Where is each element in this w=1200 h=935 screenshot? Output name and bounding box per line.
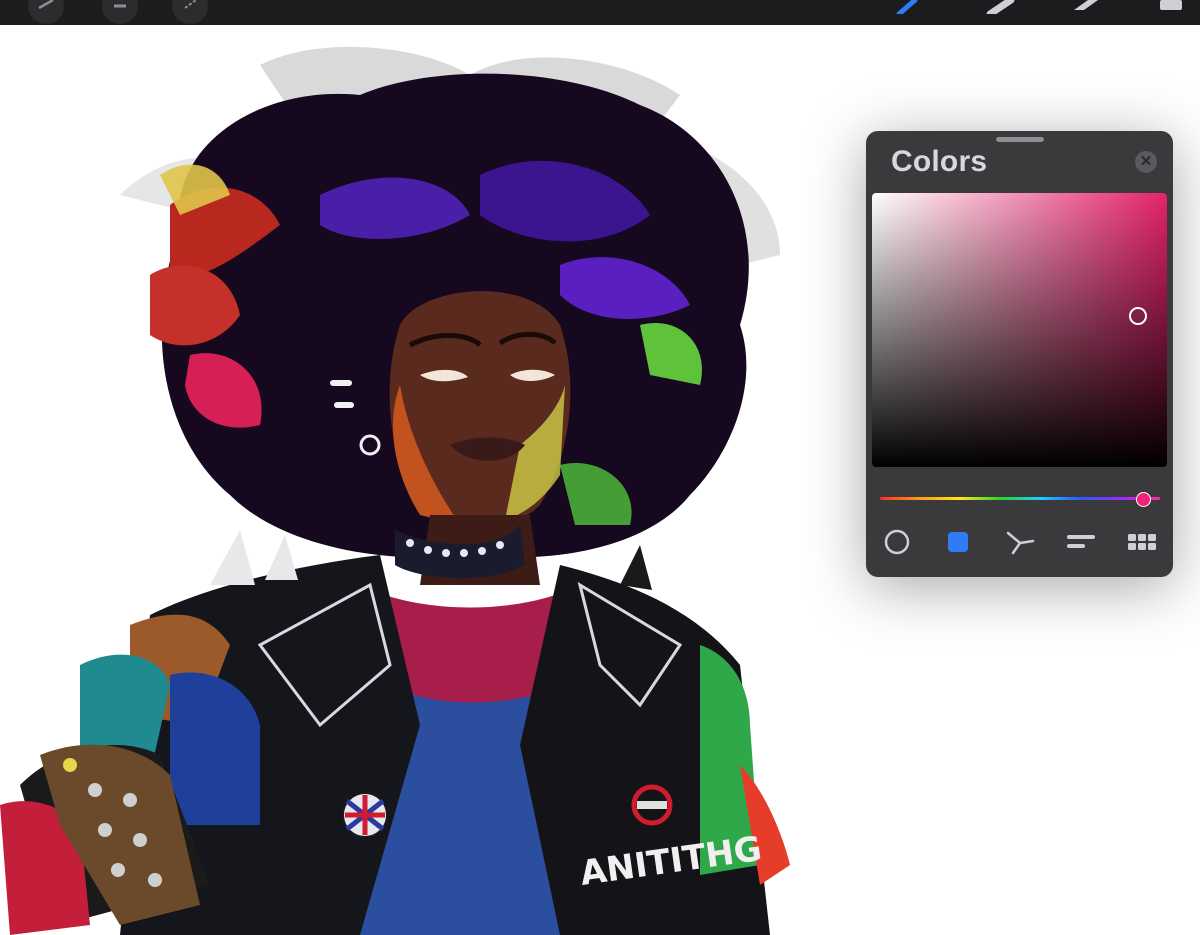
- classic-square-icon: [948, 532, 968, 552]
- close-icon: ✕: [1139, 153, 1153, 170]
- palettes-grid-icon: [1128, 534, 1156, 550]
- modify-button[interactable]: [28, 0, 64, 24]
- mode-tab-disc[interactable]: [880, 525, 914, 559]
- mode-tab-classic[interactable]: [941, 525, 975, 559]
- value-bars-icon: [1067, 535, 1095, 548]
- modify-icon: [38, 0, 54, 10]
- selection-icon: [184, 0, 197, 9]
- close-button[interactable]: ✕: [1135, 151, 1157, 173]
- mode-tab-palettes[interactable]: [1125, 525, 1159, 559]
- color-picker-cursor[interactable]: [1128, 307, 1147, 326]
- hue-slider[interactable]: [880, 497, 1160, 500]
- top-toolbar: [0, 0, 1200, 25]
- saturation-brightness-picker[interactable]: [872, 193, 1167, 467]
- adjust-icon: [114, 4, 126, 8]
- disc-icon: [884, 529, 910, 555]
- colors-panel[interactable]: Colors ✕: [866, 131, 1173, 577]
- eraser-icon[interactable]: [1070, 0, 1102, 14]
- brush-icon[interactable]: [895, 0, 919, 14]
- adjust-button[interactable]: [102, 0, 138, 24]
- selection-button[interactable]: [172, 0, 208, 24]
- smudge-icon[interactable]: [985, 0, 1015, 14]
- panel-title: Colors: [891, 145, 988, 178]
- layers-icon[interactable]: [1158, 0, 1184, 14]
- mode-tab-value[interactable]: [1064, 525, 1098, 559]
- hue-slider-thumb[interactable]: [1136, 492, 1152, 507]
- panel-drag-handle[interactable]: [996, 137, 1044, 142]
- harmony-icon: [1006, 531, 1035, 555]
- mode-tab-harmony[interactable]: [1003, 525, 1037, 559]
